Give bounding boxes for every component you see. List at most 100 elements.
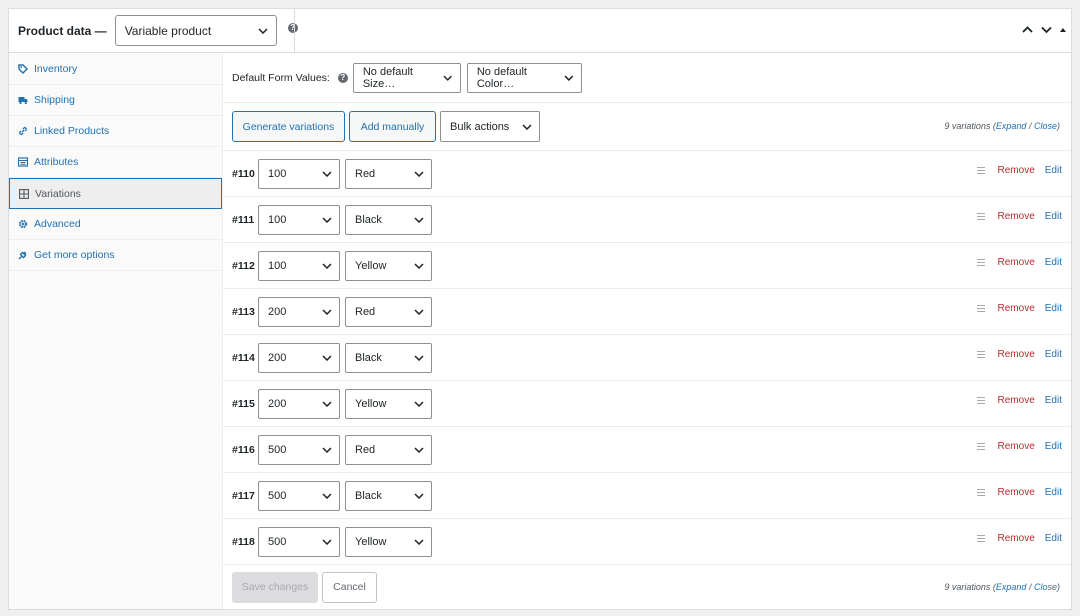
variation-size-select[interactable]: 500	[258, 526, 340, 557]
chevron-down-icon	[322, 492, 332, 499]
variation-color-select[interactable]: Red	[345, 296, 432, 327]
variation-size-select[interactable]: 100	[258, 158, 340, 189]
sidebar-item-attributes[interactable]: Attributes	[9, 147, 222, 178]
chevron-up-icon[interactable]	[1021, 23, 1034, 36]
variation-size-select[interactable]: 200	[258, 296, 340, 327]
remove-variation-link[interactable]: Remove	[998, 349, 1035, 360]
sidebar-item-shipping[interactable]: Shipping	[9, 85, 222, 116]
drag-handle-icon[interactable]	[976, 397, 985, 404]
variation-color-select[interactable]: Red	[345, 158, 432, 189]
variation-actions: Remove Edit	[976, 257, 1062, 268]
expand-link[interactable]: Expand	[996, 582, 1027, 592]
sidebar-item-label: Variations	[35, 187, 81, 200]
remove-variation-link[interactable]: Remove	[998, 165, 1035, 176]
variations-count-text: 9 variations	[944, 582, 991, 592]
edit-variation-link[interactable]: Edit	[1045, 487, 1062, 498]
chevron-down-icon[interactable]	[1040, 23, 1053, 36]
variation-row: #117 500 Black Remove Edit	[223, 473, 1071, 519]
variation-size-value: 500	[268, 535, 287, 548]
drag-handle-icon[interactable]	[976, 213, 985, 220]
drag-handle-icon[interactable]	[976, 443, 985, 450]
add-manually-button[interactable]: Add manually	[349, 111, 436, 142]
variation-size-select[interactable]: 200	[258, 342, 340, 373]
edit-variation-link[interactable]: Edit	[1045, 441, 1062, 452]
drag-handle-icon[interactable]	[976, 259, 985, 266]
variation-actions: Remove Edit	[976, 165, 1062, 176]
remove-variation-link[interactable]: Remove	[998, 487, 1035, 498]
variation-color-select[interactable]: Yellow	[345, 250, 432, 281]
chevron-down-icon	[414, 354, 424, 361]
variation-size-select[interactable]: 500	[258, 434, 340, 465]
edit-variation-link[interactable]: Edit	[1045, 165, 1062, 176]
remove-variation-link[interactable]: Remove	[998, 303, 1035, 314]
variation-size-select[interactable]: 200	[258, 388, 340, 419]
variation-row: #112 100 Yellow Remove Edit	[223, 243, 1071, 289]
variations-toolbar: Generate variations Add manually Bulk ac…	[223, 103, 1071, 151]
variation-id: #115	[232, 397, 255, 410]
remove-variation-link[interactable]: Remove	[998, 211, 1035, 222]
sidebar-item-variations[interactable]: Variations	[9, 178, 222, 209]
variation-actions: Remove Edit	[976, 441, 1062, 452]
edit-variation-link[interactable]: Edit	[1045, 395, 1062, 406]
drag-handle-icon[interactable]	[976, 535, 985, 542]
variation-size-value: 100	[268, 213, 287, 226]
remove-variation-link[interactable]: Remove	[998, 257, 1035, 268]
product-data-panel: Product data — Variable product ? Invent…	[8, 8, 1072, 610]
variation-color-select[interactable]: Black	[345, 342, 432, 373]
drag-handle-icon[interactable]	[976, 305, 985, 312]
variation-color-select[interactable]: Black	[345, 480, 432, 511]
product-type-value: Variable product	[124, 23, 212, 38]
variation-color-value: Yellow	[355, 397, 387, 410]
chevron-down-icon	[414, 170, 424, 177]
edit-variation-link[interactable]: Edit	[1045, 303, 1062, 314]
variation-size-select[interactable]: 100	[258, 250, 340, 281]
edit-variation-link[interactable]: Edit	[1045, 533, 1062, 544]
variation-color-select[interactable]: Black	[345, 204, 432, 235]
sidebar-item-linked-products[interactable]: Linked Products	[9, 116, 222, 147]
variation-row: #118 500 Yellow Remove Edit	[223, 519, 1071, 565]
bulk-actions-select[interactable]: Bulk actions	[440, 111, 540, 142]
drag-handle-icon[interactable]	[976, 489, 985, 496]
expand-link[interactable]: Expand	[996, 121, 1027, 131]
help-icon[interactable]: ?	[287, 22, 298, 33]
drag-handle-icon[interactable]	[976, 167, 985, 174]
sidebar-item-inventory[interactable]: Inventory	[9, 54, 222, 85]
toggle-arrow-icon[interactable]	[1059, 26, 1067, 34]
variation-color-select[interactable]: Red	[345, 434, 432, 465]
close-link[interactable]: Close	[1034, 121, 1057, 131]
variation-actions: Remove Edit	[976, 211, 1062, 222]
remove-variation-link[interactable]: Remove	[998, 533, 1035, 544]
variation-color-select[interactable]: Yellow	[345, 388, 432, 419]
chevron-down-icon	[414, 492, 424, 499]
default-size-select[interactable]: No default Size…	[352, 63, 461, 93]
generate-variations-button[interactable]: Generate variations	[232, 111, 345, 142]
chevron-down-icon	[322, 400, 332, 407]
drag-handle-icon[interactable]	[976, 351, 985, 358]
edit-variation-link[interactable]: Edit	[1045, 349, 1062, 360]
variation-size-select[interactable]: 500	[258, 480, 340, 511]
close-link[interactable]: Close	[1034, 582, 1057, 592]
product-type-select[interactable]: Variable product	[114, 15, 277, 46]
default-color-select[interactable]: No default Color…	[466, 63, 582, 93]
edit-variation-link[interactable]: Edit	[1045, 257, 1062, 268]
variation-actions: Remove Edit	[976, 533, 1062, 544]
cancel-button[interactable]: Cancel	[322, 571, 377, 603]
chevron-down-icon	[322, 308, 332, 315]
variation-color-select[interactable]: Yellow	[345, 526, 432, 557]
variation-id: #110	[232, 167, 255, 180]
list-icon	[18, 157, 28, 167]
variation-size-select[interactable]: 100	[258, 204, 340, 235]
remove-variation-link[interactable]: Remove	[998, 395, 1035, 406]
remove-variation-link[interactable]: Remove	[998, 441, 1035, 452]
chevron-down-icon	[443, 75, 453, 81]
help-icon[interactable]: ?	[337, 73, 348, 83]
variation-color-value: Yellow	[355, 535, 387, 548]
sidebar-item-advanced[interactable]: Advanced	[9, 209, 222, 240]
sidebar-item-get-more-options[interactable]: Get more options	[9, 240, 222, 271]
save-changes-button[interactable]: Save changes	[232, 571, 318, 603]
default-form-values-label: Default Form Values:	[232, 72, 330, 84]
sidebar-item-label: Advanced	[34, 218, 81, 230]
link-icon	[18, 126, 28, 136]
edit-variation-link[interactable]: Edit	[1045, 211, 1062, 222]
variations-count-text: 9 variations	[944, 121, 991, 131]
